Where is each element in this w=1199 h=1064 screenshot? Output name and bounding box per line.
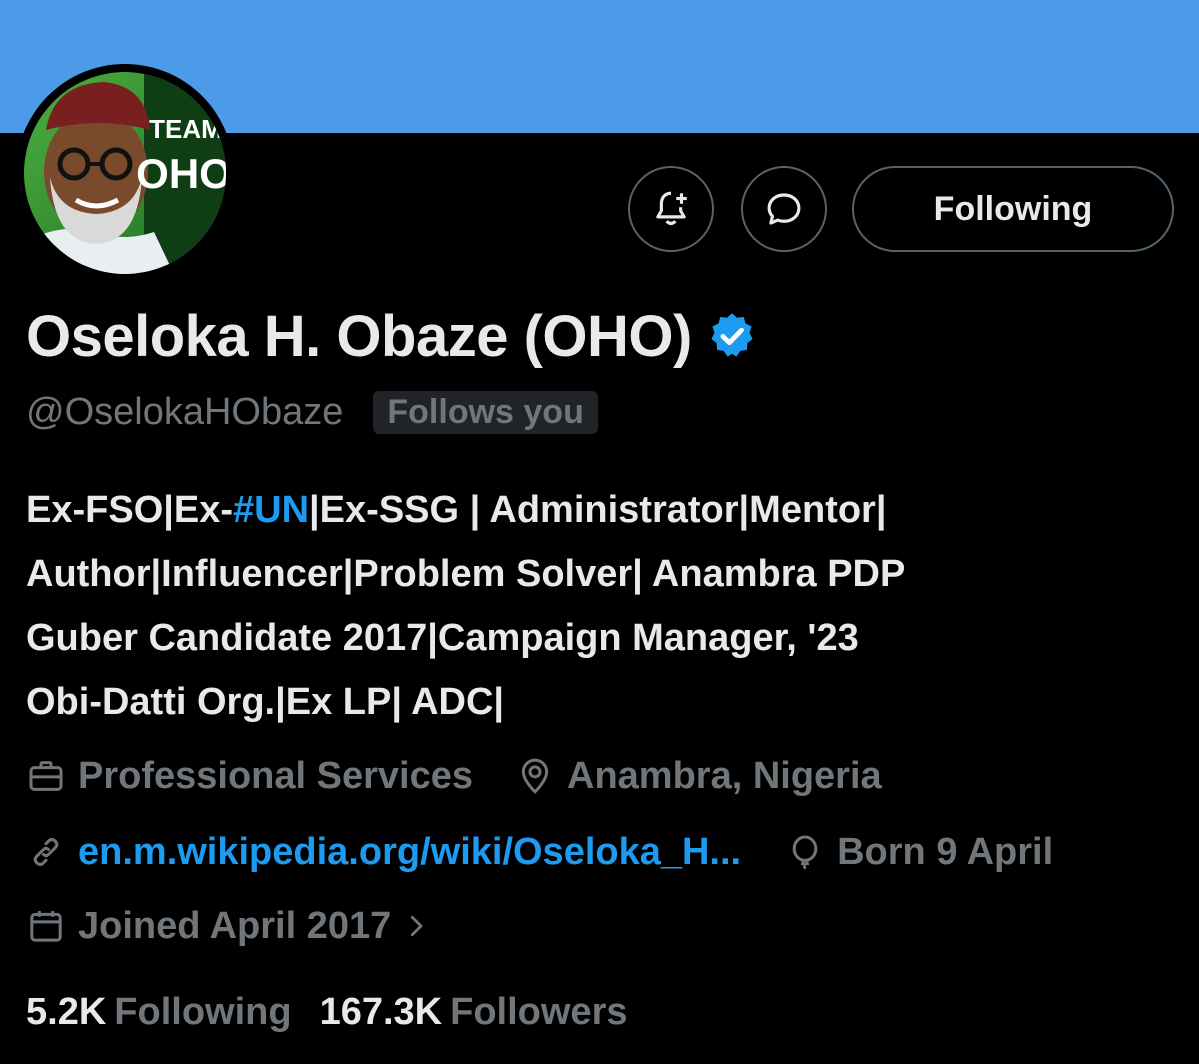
bio-line-1: Ex-FSO|Ex-#UN|Ex-SSG | Administrator|Men… xyxy=(26,489,887,531)
bio-line-3: Guber Candidate 2017|Campaign Manager, '… xyxy=(26,617,859,659)
joined-item[interactable]: Joined April 2017 xyxy=(26,905,431,948)
category-item: Professional Services xyxy=(26,755,473,798)
message-bubble-icon xyxy=(767,193,801,225)
avatar-oho-text: OHO xyxy=(136,150,226,197)
avatar-ring: TEAM OHO xyxy=(16,64,234,282)
location-text: Anambra, Nigeria xyxy=(567,754,882,797)
name-row: Oseloka H. Obaze (OHO) xyxy=(26,298,758,374)
calendar-icon xyxy=(30,911,62,942)
handle-row: @OselokaHObaze Follows you xyxy=(26,384,598,440)
hashtag-link[interactable]: #UN xyxy=(233,489,309,531)
bio-line-4: Obi-Datti Org.|Ex LP| ADC| xyxy=(26,681,505,723)
following-stat[interactable]: 5.2K Following xyxy=(26,991,292,1034)
profile-bio: Ex-FSO|Ex-#UN|Ex-SSG | Administrator|Men… xyxy=(26,478,1176,734)
meta-row-3: Joined April 2017 xyxy=(26,898,431,954)
verified-badge-icon[interactable] xyxy=(706,310,758,362)
location-pin-icon xyxy=(521,758,549,794)
following-label: Following xyxy=(114,990,292,1033)
birthday-item: Born 9 April xyxy=(785,831,1053,874)
notifications-button[interactable] xyxy=(628,166,714,252)
followers-label: Followers xyxy=(450,990,628,1033)
avatar-team-text: TEAM xyxy=(149,114,223,144)
avatar-image: TEAM OHO xyxy=(24,72,226,274)
chevron-right-icon[interactable] xyxy=(401,909,431,943)
followers-stat[interactable]: 167.3K Followers xyxy=(320,991,628,1034)
display-name: Oseloka H. Obaze (OHO) xyxy=(26,303,692,369)
category-text: Professional Services xyxy=(78,754,473,797)
bell-plus-icon xyxy=(656,191,687,226)
bio-line-2: Author|Influencer|Problem Solver| Anambr… xyxy=(26,553,906,595)
follows-you-badge: Follows you xyxy=(373,390,598,434)
website-item[interactable]: en.m.wikipedia.org/wiki/Oseloka_H... xyxy=(26,831,741,874)
meta-row-2: en.m.wikipedia.org/wiki/Oseloka_H... Bor… xyxy=(26,824,1053,880)
stats-row: 5.2K Following 167.3K Followers xyxy=(26,984,628,1040)
birthday-text: Born 9 April xyxy=(837,830,1054,873)
website-link[interactable]: en.m.wikipedia.org/wiki/Oseloka_H... xyxy=(78,831,741,874)
message-button[interactable] xyxy=(741,166,827,252)
joined-text: Joined April 2017 xyxy=(78,904,392,947)
followers-count: 167.3K xyxy=(319,990,443,1033)
briefcase-icon xyxy=(29,761,63,791)
link-icon xyxy=(33,838,59,866)
following-button[interactable]: Following xyxy=(852,166,1174,252)
location-item: Anambra, Nigeria xyxy=(515,755,882,798)
following-count: 5.2K xyxy=(26,990,107,1033)
user-handle: @OselokaHObaze xyxy=(26,390,344,433)
balloon-icon xyxy=(792,835,818,870)
avatar[interactable]: TEAM OHO xyxy=(24,72,226,274)
meta-row-1: Professional Services Anambra, Nigeria xyxy=(26,748,882,804)
